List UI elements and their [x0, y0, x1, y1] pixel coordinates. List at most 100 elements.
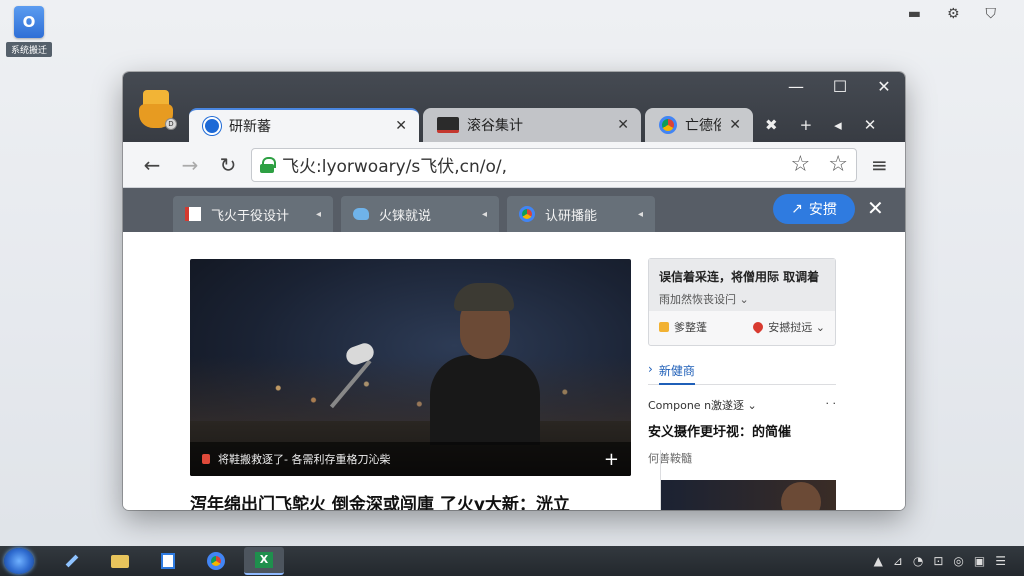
- tab-title: 滚谷集计: [467, 118, 523, 134]
- bookmark-arrow-icon: ◂: [637, 208, 643, 220]
- window-controls: — ☐ ✕: [787, 77, 893, 96]
- bookmark-item[interactable]: 飞火于役设计 ◂: [173, 196, 333, 232]
- chrome-icon: [659, 116, 677, 134]
- favorite-action[interactable]: 安撼挝远 ⌄: [751, 319, 825, 335]
- taskbar-pen-app[interactable]: [52, 547, 92, 575]
- back-button[interactable]: ←: [133, 153, 171, 177]
- taskbar-excel[interactable]: X: [244, 547, 284, 575]
- close-tab-icon[interactable]: ✕: [729, 117, 741, 133]
- browser-window: D — ☐ ✕ 研新蕃 ✕ 滚谷集计 ✕ 亡德俗 ✕ ✖ + ◂ ✕ ← → ↻…: [123, 72, 905, 510]
- display-icon[interactable]: ▣: [974, 554, 985, 568]
- taskbar-chrome[interactable]: [196, 547, 236, 575]
- tab-active[interactable]: 研新蕃 ✕: [189, 108, 419, 142]
- chevron-right-icon: ›: [648, 362, 653, 376]
- excel-icon: X: [255, 552, 273, 568]
- tab-strip: 研新蕃 ✕ 滚谷集计 ✕ 亡德俗 ✕: [189, 108, 757, 142]
- taskbar-store[interactable]: [148, 547, 188, 575]
- mute-icon[interactable]: ◂: [834, 116, 842, 134]
- flag-icon: [185, 207, 201, 221]
- migration-app-icon: O: [14, 6, 44, 38]
- tab-title: 亡德俗: [685, 118, 722, 134]
- meta-right: · ·: [825, 397, 837, 410]
- address-bar[interactable]: 飞火:lyorwoary/s飞伏,cn/o/, ☆ ☆: [251, 147, 857, 182]
- new-tab-button[interactable]: +: [800, 116, 813, 134]
- share-button[interactable]: ↗ 安掼: [773, 194, 855, 224]
- article-headline[interactable]: 泻年绵出门飞鸵火 倒金深或闯庫 了火y大新：洸立: [190, 490, 631, 510]
- bookmark-arrow-icon: ◂: [481, 208, 487, 220]
- title-bar: D — ☐ ✕ 研新蕃 ✕ 滚谷集计 ✕ 亡德俗 ✕ ✖ + ◂ ✕: [123, 72, 905, 142]
- video-caption-bar: 将鞋搬救逐了- 各需利存重格刀沁柴 +: [190, 442, 631, 476]
- gear-icon[interactable]: ⚙: [947, 6, 960, 22]
- bookmark-star-icon[interactable]: ☆: [828, 152, 848, 177]
- close-tab-icon[interactable]: ✕: [395, 118, 407, 134]
- tab-overflow-icon[interactable]: ✖: [765, 116, 778, 134]
- taskbar-explorer[interactable]: [100, 547, 140, 575]
- mail-icon: [437, 117, 459, 133]
- favorite-label: 安撼挝远 ⌄: [768, 321, 825, 334]
- heart-icon: [751, 319, 766, 335]
- tab-strip-controls: ✖ + ◂ ✕: [765, 116, 876, 134]
- side-section: › 新健商 Compone n激遂逐 ⌄ · · 安义摄作更圩视：的简催 何善鞍…: [648, 362, 836, 466]
- url-text[interactable]: 飞火:lyorwoary/s飞伏,cn/o/,: [282, 152, 773, 177]
- add-button[interactable]: +: [604, 449, 619, 470]
- person-cap: [454, 283, 514, 311]
- system-top-icons: ▬ ⚙ ⛉: [908, 6, 996, 22]
- close-tab-strip-icon[interactable]: ✕: [864, 116, 877, 134]
- bookmark-arrow-icon: ◂: [315, 208, 321, 220]
- page-content: 将鞋搬救逐了- 各需利存重格刀沁柴 + 泻年绵出门飞鸵火 倒金深或闯庫 了火y大…: [123, 232, 905, 510]
- shield-icon[interactable]: ⛉: [986, 6, 997, 22]
- volume-icon[interactable]: ◎: [953, 554, 963, 568]
- network-icon[interactable]: ⊿: [893, 554, 903, 568]
- like-action[interactable]: 爹整蓬: [659, 319, 707, 335]
- toolbar: ← → ↻ 飞火:lyorwoary/s飞伏,cn/o/, ☆ ☆ ≡: [123, 142, 905, 188]
- side-card-subtitle: 雨加然恢丧设闩 ⌄: [659, 293, 749, 306]
- forward-button[interactable]: →: [171, 153, 209, 177]
- reload-button[interactable]: ↻: [209, 153, 247, 177]
- close-icon[interactable]: ✕: [867, 196, 884, 220]
- desktop-icon[interactable]: O 系统搬迁: [6, 6, 52, 57]
- store-icon: [161, 553, 175, 569]
- notifications-icon[interactable]: ☰: [995, 554, 1006, 568]
- bookmark-item[interactable]: 火铼就说 ◂: [341, 196, 499, 232]
- side-card-title: 误信着采连，将僧用际 取调着: [659, 270, 820, 284]
- tray-expand-icon[interactable]: ▲: [874, 554, 883, 568]
- browser-logo-icon: [203, 117, 221, 135]
- section-heading[interactable]: › 新健商: [648, 362, 836, 385]
- section-heading-label: 新健商: [658, 362, 695, 385]
- chrome-icon: [519, 206, 535, 222]
- battery-icon[interactable]: ⊡: [933, 554, 943, 568]
- like-label: 爹整蓬: [674, 321, 707, 334]
- thumbnail-face: [781, 482, 821, 510]
- system-tray: ▲ ⊿ ◔ ⊡ ◎ ▣ ☰: [874, 554, 1006, 568]
- browser-logo-icon: D: [137, 90, 177, 134]
- hero-video[interactable]: 将鞋搬救逐了- 各需利存重格刀沁柴 +: [190, 259, 631, 476]
- section-meta: Compone n激遂逐 ⌄ · ·: [648, 397, 836, 413]
- side-article-title[interactable]: 安义摄作更圩视：的简催: [648, 421, 836, 440]
- meta-left[interactable]: Compone n激遂逐 ⌄: [648, 397, 757, 413]
- start-button[interactable]: [4, 548, 34, 574]
- thumb-icon: [659, 322, 669, 332]
- share-button-label: 安掼: [808, 202, 837, 218]
- bookmark-item[interactable]: 认研播能 ◂: [507, 196, 655, 232]
- tab-mail[interactable]: 滚谷集计 ✕: [423, 108, 641, 142]
- close-tab-icon[interactable]: ✕: [617, 117, 629, 133]
- pin-icon: [202, 454, 210, 464]
- lock-icon: [260, 156, 276, 173]
- maximize-button[interactable]: ☐: [831, 77, 849, 96]
- star-icon[interactable]: ☆: [791, 152, 811, 177]
- tab-chrome[interactable]: 亡德俗 ✕: [645, 108, 753, 142]
- pen-icon: [65, 554, 79, 568]
- side-thumbnail[interactable]: [661, 480, 836, 510]
- side-card[interactable]: 误信着采连，将僧用际 取调着 雨加然恢丧设闩 ⌄ 爹整蓬 安撼挝远 ⌄: [648, 258, 836, 346]
- sync-icon[interactable]: ◔: [913, 554, 923, 568]
- close-window-button[interactable]: ✕: [875, 77, 893, 96]
- bird-icon: [353, 208, 369, 220]
- taskbar: X ▲ ⊿ ◔ ⊡ ◎ ▣ ☰: [0, 546, 1024, 576]
- minimize-icon[interactable]: ▬: [908, 6, 921, 22]
- chrome-icon: [207, 552, 225, 570]
- menu-icon[interactable]: ≡: [871, 153, 888, 177]
- folder-icon: [111, 554, 129, 568]
- minimize-button[interactable]: —: [787, 77, 805, 96]
- side-article-source: 何善鞍髓: [648, 452, 692, 465]
- taskbar-apps: X: [52, 547, 284, 575]
